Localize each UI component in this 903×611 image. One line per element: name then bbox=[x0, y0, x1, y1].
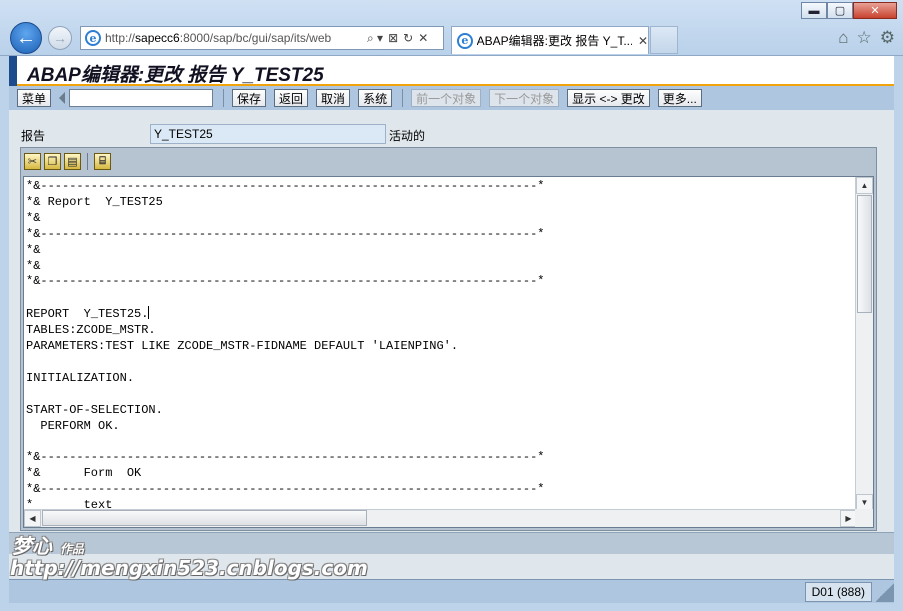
system-info[interactable]: D01 (888) bbox=[804, 582, 872, 602]
watermark-signature: 梦心 作品 bbox=[12, 536, 85, 558]
code-line[interactable]: *& bbox=[26, 211, 854, 227]
code-line[interactable]: *&--------------------------------------… bbox=[26, 179, 854, 195]
save-button[interactable]: 保存 bbox=[232, 89, 267, 107]
page-title: ABAP编辑器:更改 报告 Y_TEST25 bbox=[27, 65, 324, 86]
horizontal-scroll-thumb[interactable] bbox=[42, 510, 367, 526]
ie-icon: e bbox=[85, 30, 101, 46]
search-icon[interactable]: ⌕ ▾ bbox=[367, 31, 383, 46]
copy-icon[interactable]: ❐ bbox=[44, 152, 61, 170]
tab-title: ABAP编辑器:更改 报告 Y_T... bbox=[476, 34, 632, 48]
code-line[interactable] bbox=[26, 290, 854, 306]
collapse-arrow-icon[interactable] bbox=[59, 92, 66, 104]
watermark-url: http://mengxin523.cnblogs.com bbox=[10, 556, 368, 580]
forward-button[interactable]: → bbox=[48, 26, 72, 50]
home-icon[interactable]: ⌂ bbox=[838, 28, 848, 48]
favorites-star-icon[interactable]: ☆ bbox=[857, 28, 872, 48]
toolbar-separator bbox=[223, 89, 225, 107]
menu-button[interactable]: 菜单 bbox=[17, 89, 52, 107]
code-text[interactable]: *&--------------------------------------… bbox=[26, 179, 854, 511]
cut-icon[interactable]: ✂ bbox=[24, 152, 41, 170]
code-line[interactable] bbox=[26, 355, 854, 371]
refresh-icon[interactable]: ↻ bbox=[403, 31, 413, 46]
code-line[interactable]: *&--------------------------------------… bbox=[26, 482, 854, 498]
back-nav-button[interactable]: 返回 bbox=[274, 89, 309, 107]
scroll-up-icon[interactable]: ▲ bbox=[856, 177, 873, 194]
stop-icon[interactable]: ✕ bbox=[418, 31, 428, 46]
code-line[interactable]: *&--------------------------------------… bbox=[26, 450, 854, 466]
abap-editor: ✂ ❐ ▤ ⌸ *&------------------------------… bbox=[20, 147, 877, 531]
code-line[interactable] bbox=[26, 435, 854, 451]
scroll-corner bbox=[855, 509, 873, 527]
report-label: 报告 bbox=[21, 129, 46, 143]
back-arrow-icon: ← bbox=[16, 26, 36, 49]
editor-toolbar-separator bbox=[87, 152, 88, 170]
code-line[interactable]: *&--------------------------------------… bbox=[26, 227, 854, 243]
vertical-scroll-thumb[interactable] bbox=[857, 195, 872, 313]
forward-arrow-icon: → bbox=[53, 30, 67, 46]
code-line[interactable]: PARAMETERS:TEST LIKE ZCODE_MSTR-FIDNAME … bbox=[26, 339, 854, 355]
system-button[interactable]: 系统 bbox=[358, 89, 393, 107]
tools-gear-icon[interactable]: ⚙ bbox=[880, 28, 895, 48]
back-button[interactable]: ← bbox=[10, 22, 42, 54]
browser-chrome: ▬ ▢ ✕ ← → e http://sapecc6:8000/sap/bc/g… bbox=[0, 0, 903, 56]
code-line[interactable]: *& bbox=[26, 259, 854, 275]
minimize-button[interactable]: ▬ bbox=[801, 2, 827, 19]
paste-icon[interactable]: ▤ bbox=[64, 152, 81, 170]
status-bar: D01 (888) bbox=[9, 579, 894, 603]
maximize-button[interactable]: ▢ bbox=[827, 2, 853, 19]
tab-close-icon[interactable]: ✕ bbox=[638, 34, 648, 48]
code-line[interactable]: START-OF-SELECTION. bbox=[26, 403, 854, 419]
compatibility-icon[interactable]: ⊠ bbox=[388, 31, 398, 46]
editor-toolbar: ✂ ❐ ▤ ⌸ bbox=[21, 148, 876, 174]
command-field[interactable] bbox=[69, 89, 214, 107]
address-url[interactable]: http://sapecc6:8000/sap/bc/gui/sap/its/w… bbox=[105, 31, 363, 45]
code-line[interactable]: INITIALIZATION. bbox=[26, 371, 854, 387]
horizontal-scrollbar[interactable]: ◀ ▶ bbox=[24, 509, 857, 527]
tab-ie-icon: e bbox=[457, 32, 473, 49]
code-line[interactable]: *& bbox=[26, 243, 854, 259]
report-field-row: 报告 Y_TEST25 活动的 bbox=[21, 124, 881, 144]
code-line[interactable]: TABLES:ZCODE_MSTR. bbox=[26, 323, 854, 339]
cancel-button[interactable]: 取消 bbox=[316, 89, 351, 107]
sap-titlebar: ABAP编辑器:更改 报告 Y_TEST25 bbox=[9, 56, 894, 86]
close-window-button[interactable]: ✕ bbox=[853, 2, 897, 19]
editor-footer-band bbox=[9, 532, 894, 554]
code-area[interactable]: *&--------------------------------------… bbox=[23, 176, 874, 528]
toggle-display-change-button[interactable]: 显示 <-> 更改 bbox=[567, 89, 650, 107]
report-name-field[interactable]: Y_TEST25 bbox=[150, 124, 386, 144]
code-line[interactable]: PERFORM OK. bbox=[26, 419, 854, 435]
sap-toolbar: 菜单 保存 返回 取消 系统 前一个对象 下一个对象 显示 <-> 更改 更多.… bbox=[9, 86, 894, 110]
address-bar[interactable]: e http://sapecc6:8000/sap/bc/gui/sap/its… bbox=[80, 26, 444, 50]
new-tab-button[interactable] bbox=[650, 26, 678, 54]
window-controls: ▬ ▢ ✕ bbox=[801, 2, 897, 19]
prev-object-button[interactable]: 前一个对象 bbox=[411, 89, 482, 107]
find-icon[interactable]: ⌸ bbox=[94, 152, 111, 170]
resize-grip-icon[interactable] bbox=[876, 582, 894, 602]
scroll-left-icon[interactable]: ◀ bbox=[24, 510, 41, 527]
code-line[interactable] bbox=[26, 387, 854, 403]
report-status: 活动的 bbox=[389, 129, 426, 143]
code-line[interactable]: REPORT Y_TEST25. bbox=[26, 306, 854, 323]
browser-tab[interactable]: e ABAP编辑器:更改 报告 Y_T... ✕ bbox=[451, 26, 649, 54]
code-line[interactable]: *& Report Y_TEST25 bbox=[26, 195, 854, 211]
toolbar-separator bbox=[402, 89, 404, 107]
vertical-scrollbar[interactable]: ▲ ▼ bbox=[855, 177, 873, 511]
next-object-button[interactable]: 下一个对象 bbox=[489, 89, 560, 107]
sap-screen: ABAP编辑器:更改 报告 Y_TEST25 菜单 保存 返回 取消 系统 前一… bbox=[9, 56, 894, 603]
more-button[interactable]: 更多... bbox=[657, 89, 702, 107]
code-line[interactable]: *& Form OK bbox=[26, 466, 854, 482]
text-cursor bbox=[148, 306, 150, 320]
code-line[interactable]: *&--------------------------------------… bbox=[26, 274, 854, 290]
